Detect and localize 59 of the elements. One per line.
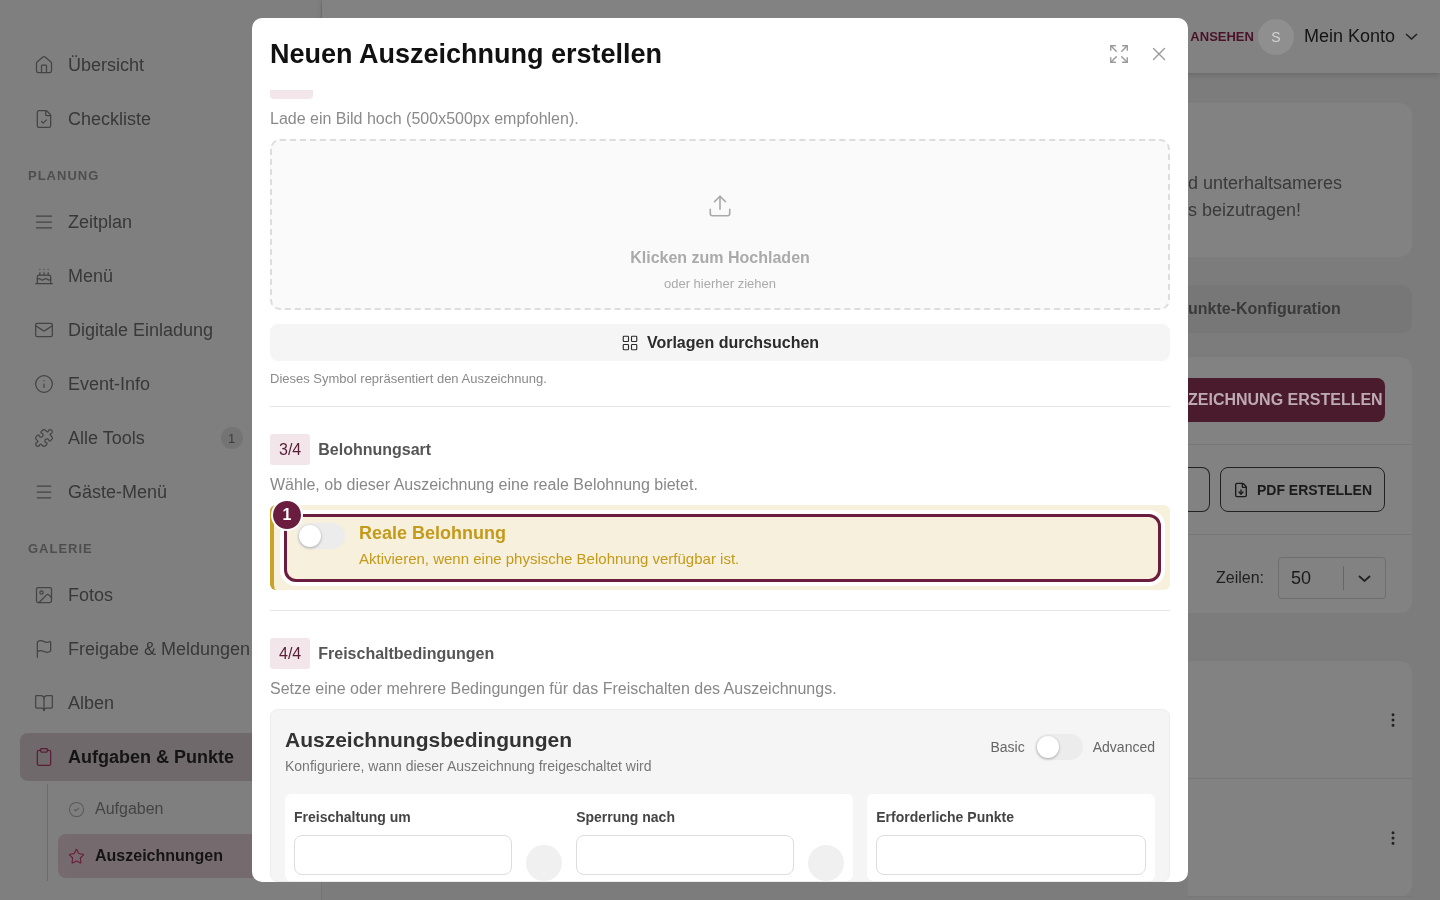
chevron-down-icon	[1358, 574, 1372, 582]
count-badge: 1	[220, 427, 243, 449]
step-badge: 3/4	[270, 434, 311, 465]
dropzone-subtitle: oder hierher ziehen	[664, 276, 776, 291]
sidebar-item[interactable]: Fotos	[20, 571, 301, 619]
image-icon	[34, 585, 54, 605]
reward-title: Reale Belohnung	[359, 523, 507, 544]
mode-label: Basic	[990, 739, 1025, 755]
templates-button[interactable]: Vorlagen durchsuchen	[270, 324, 1170, 361]
round-button[interactable]	[808, 845, 845, 881]
field-label: Erforderliche Punkte	[876, 809, 1015, 825]
view-link[interactable]: ANSEHEN	[1190, 29, 1254, 44]
intro-text: s beizutragen!	[1188, 200, 1303, 221]
clipboard-icon	[34, 747, 54, 767]
puzzle-icon	[34, 428, 54, 448]
star-icon	[68, 847, 85, 865]
tour-step-badge: 1	[271, 499, 303, 531]
file-download-icon	[1232, 481, 1249, 498]
rows-select[interactable]: 50	[1278, 557, 1387, 599]
pdf-button[interactable]: PDF ERSTELLEN	[1220, 467, 1385, 512]
step-description: Setze eine oder mehrere Bedingungen für das Freischalten des Auszeichnungs.	[270, 680, 838, 698]
input-field[interactable]	[576, 835, 795, 875]
step-description: Wähle, ob dieser Auszeichnung eine reale Belohnung bietet.	[270, 476, 699, 494]
input-field[interactable]	[294, 835, 513, 875]
rows-label: Zeilen:	[1216, 569, 1265, 587]
create-button[interactable]: ZEICHNUNG ERSTELLEN	[1188, 378, 1385, 422]
step-title: Freischaltbedingungen	[318, 644, 495, 663]
round-button[interactable]	[526, 845, 563, 881]
reward-description: Aktivieren, wenn eine physische Belohnung verfügbar ist.	[359, 550, 740, 567]
house-icon	[34, 55, 54, 75]
flag-icon	[34, 639, 54, 659]
input-field[interactable]	[876, 835, 1146, 875]
upload-hint: Lade ein Bild hoch (500x500px empfohlen).	[270, 110, 580, 128]
field-label: Freischaltung um	[294, 809, 412, 825]
config-bar[interactable]: unkte-Konfiguration	[1188, 285, 1412, 333]
step-title: Belohnungsart	[318, 440, 432, 459]
chevron-down-icon	[1405, 33, 1418, 40]
check-circle-icon	[68, 800, 85, 818]
intro-text: d unterhaltsameres	[1188, 173, 1344, 194]
expand-icon[interactable]	[1108, 43, 1130, 65]
book-icon	[34, 693, 54, 713]
field-label: Sperrung nach	[576, 809, 676, 825]
mail-icon	[34, 320, 54, 340]
toggle-switch[interactable]	[1034, 734, 1083, 760]
step-badge: 4/4	[270, 638, 311, 669]
upload-icon	[707, 193, 733, 219]
step-badge	[270, 90, 313, 99]
grid-icon	[620, 333, 639, 352]
cake-icon	[34, 266, 54, 286]
info-icon	[34, 374, 54, 394]
upload-dropzone[interactable]: Klicken zum Hochladen oder hierher ziehen	[270, 139, 1170, 311]
dropzone-title: Klicken zum Hochladen	[630, 249, 810, 267]
file-check-icon	[34, 109, 54, 129]
toggle-switch[interactable]	[297, 523, 345, 549]
dialog-title: Neuen Auszeichnung erstellen	[270, 38, 663, 70]
avatar: S	[1257, 18, 1294, 55]
symbol-hint: Dieses Symbol repräsentiert den Auszeichnung.	[270, 371, 548, 386]
account-menu[interactable]: S Mein Konto	[1257, 18, 1418, 55]
mode-label: Advanced	[1092, 739, 1155, 755]
